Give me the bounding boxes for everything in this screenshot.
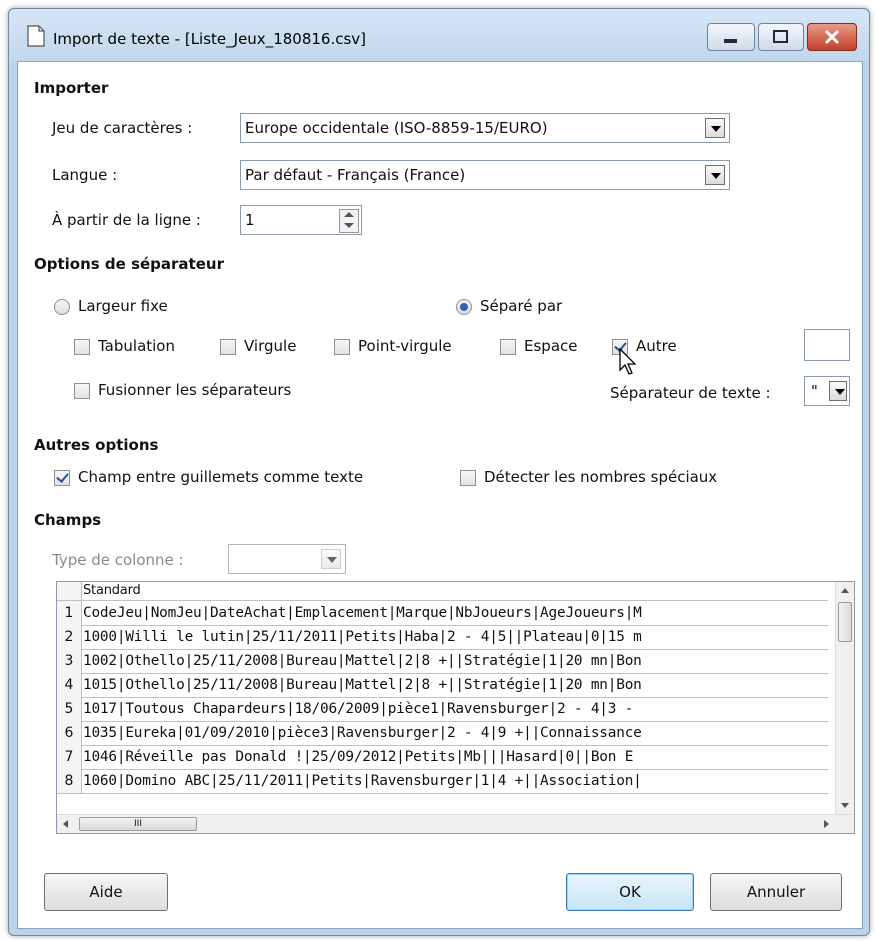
- column-type-select[interactable]: [228, 544, 346, 574]
- mouse-cursor-icon: [619, 348, 637, 375]
- separated-by-label[interactable]: Séparé par: [480, 297, 562, 315]
- spinner-arrows-icon[interactable]: [339, 209, 359, 233]
- row-number: 6: [57, 721, 82, 745]
- space-checkbox[interactable]: [500, 339, 516, 355]
- charset-select[interactable]: Europe occidentale (ISO-8859-15/EURO): [240, 113, 730, 143]
- vertical-scrollbar[interactable]: [835, 582, 854, 815]
- cancel-button[interactable]: Annuler: [710, 873, 842, 911]
- charset-value: Europe occidentale (ISO-8859-15/EURO): [245, 119, 548, 137]
- help-button[interactable]: Aide: [44, 873, 168, 911]
- scroll-right-icon[interactable]: [817, 815, 835, 833]
- minimize-button[interactable]: [707, 23, 755, 51]
- maximize-icon: [773, 30, 788, 43]
- fields-heading: Champs: [34, 511, 102, 529]
- grid-line: [57, 793, 828, 794]
- row-number: 2: [57, 625, 82, 649]
- window-title: Import de texte - [Liste_Jeux_180816.csv…: [53, 30, 367, 48]
- merge-separators-checkbox[interactable]: [74, 383, 90, 399]
- tab-checkbox[interactable]: [74, 339, 90, 355]
- row-number: 7: [57, 745, 82, 769]
- document-icon: [27, 25, 45, 47]
- maximize-button[interactable]: [758, 23, 804, 51]
- semicolon-label[interactable]: Point-virgule: [358, 337, 452, 355]
- row-number: 3: [57, 649, 82, 673]
- close-button[interactable]: [807, 23, 857, 51]
- minimize-icon: [724, 39, 737, 43]
- text-separator-select[interactable]: ": [804, 376, 850, 406]
- chevron-down-icon[interactable]: [321, 549, 341, 569]
- dialog-body: Importer Jeu de caractères : Europe occi…: [17, 61, 863, 929]
- language-value: Par défaut - Français (France): [245, 166, 466, 184]
- scroll-up-icon[interactable]: [836, 582, 854, 600]
- horizontal-scroll-thumb[interactable]: III: [79, 817, 197, 831]
- from-line-spinner[interactable]: 1: [240, 205, 362, 235]
- text-separator-label: Séparateur de texte :: [610, 384, 771, 402]
- semicolon-checkbox[interactable]: [334, 339, 350, 355]
- row-number: 1: [57, 601, 82, 625]
- ok-button[interactable]: OK: [566, 873, 694, 911]
- detect-special-numbers-label[interactable]: Détecter les nombres spéciaux: [484, 468, 717, 486]
- horizontal-scrollbar[interactable]: III: [57, 814, 854, 833]
- table-row[interactable]: CodeJeu|NomJeu|DateAchat|Emplacement|Mar…: [83, 601, 828, 625]
- importer-heading: Importer: [34, 79, 109, 97]
- title-bar[interactable]: Import de texte - [Liste_Jeux_180816.csv…: [9, 9, 869, 61]
- table-row[interactable]: 1046|Réveille pas Donald !|25/09/2012|Pe…: [83, 745, 828, 769]
- tab-label[interactable]: Tabulation: [98, 337, 175, 355]
- row-number: 8: [57, 769, 82, 793]
- preview-grid[interactable]: Standard 1 CodeJeu|NomJeu|DateAchat|Empla…: [56, 581, 855, 834]
- scroll-left-icon[interactable]: [57, 815, 75, 833]
- comma-checkbox[interactable]: [220, 339, 236, 355]
- grid-corner: [57, 582, 82, 600]
- table-row[interactable]: 1015|Othello|25/11/2008|Bureau|Mattel|2|…: [83, 673, 828, 697]
- comma-label[interactable]: Virgule: [244, 337, 296, 355]
- scroll-down-icon[interactable]: [836, 796, 854, 814]
- column-header[interactable]: Standard: [83, 582, 828, 600]
- separated-by-radio[interactable]: [456, 299, 472, 315]
- separator-heading: Options de séparateur: [34, 255, 224, 273]
- language-label: Langue :: [52, 166, 118, 184]
- quoted-as-text-label[interactable]: Champ entre guillemets comme texte: [78, 468, 363, 486]
- vertical-scroll-thumb[interactable]: [838, 602, 852, 642]
- space-label[interactable]: Espace: [524, 337, 577, 355]
- merge-separators-label[interactable]: Fusionner les séparateurs: [98, 381, 291, 399]
- table-row[interactable]: 1035|Eureka|01/09/2010|pièce3|Ravensburg…: [83, 721, 828, 745]
- chevron-down-icon[interactable]: [705, 118, 725, 138]
- row-number: 4: [57, 673, 82, 697]
- detect-special-numbers-checkbox[interactable]: [460, 470, 476, 486]
- other-label[interactable]: Autre: [636, 337, 677, 355]
- text-separator-value: ": [811, 382, 818, 400]
- fixed-width-label[interactable]: Largeur fixe: [78, 297, 168, 315]
- table-row[interactable]: 1017|Toutous Chapardeurs|18/06/2009|pièc…: [83, 697, 828, 721]
- other-options-heading: Autres options: [34, 436, 159, 454]
- chevron-down-icon[interactable]: [829, 381, 847, 401]
- table-row[interactable]: 1060|Domino ABC|25/11/2011|Petits|Ravens…: [83, 769, 828, 793]
- other-separator-input[interactable]: [804, 329, 850, 361]
- fixed-width-radio[interactable]: [54, 299, 70, 315]
- row-number: 5: [57, 697, 82, 721]
- table-row[interactable]: 1002|Othello|25/11/2008|Bureau|Mattel|2|…: [83, 649, 828, 673]
- quoted-as-text-checkbox[interactable]: [54, 470, 70, 486]
- import-text-dialog: Import de texte - [Liste_Jeux_180816.csv…: [8, 8, 870, 936]
- language-select[interactable]: Par défaut - Français (France): [240, 160, 730, 190]
- close-icon: [824, 29, 840, 45]
- from-line-value: 1: [245, 211, 255, 229]
- from-line-label: À partir de la ligne :: [52, 211, 201, 229]
- chevron-down-icon[interactable]: [705, 165, 725, 185]
- column-type-label: Type de colonne :: [52, 551, 184, 569]
- table-row[interactable]: 1000|Willi le lutin|25/11/2011|Petits|Ha…: [83, 625, 828, 649]
- charset-label: Jeu de caractères :: [52, 119, 193, 137]
